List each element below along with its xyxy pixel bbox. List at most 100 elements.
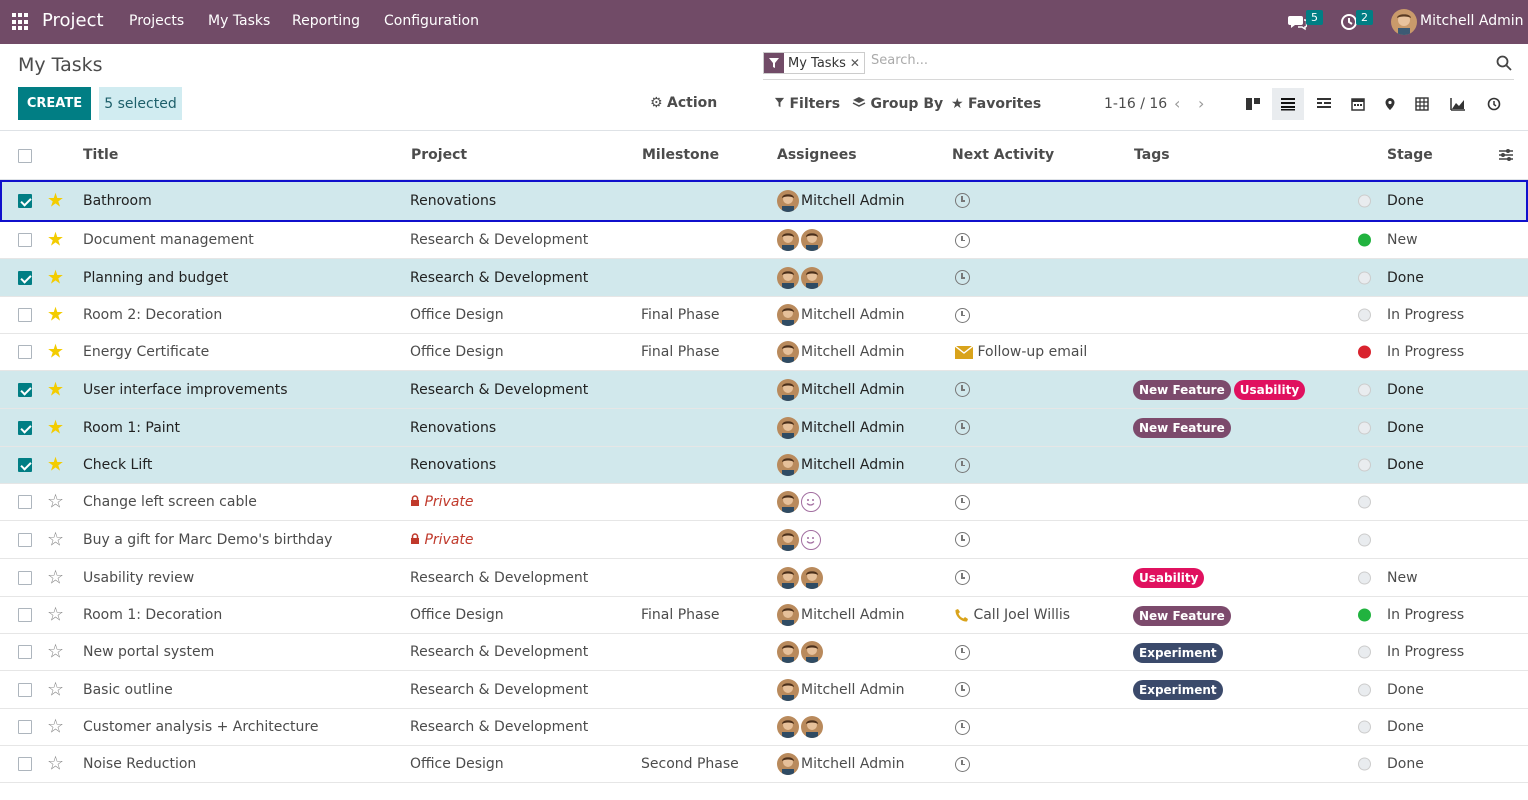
priority-star-icon[interactable]: ☆: [47, 568, 64, 587]
user-avatar[interactable]: [1391, 9, 1417, 35]
map-view-icon[interactable]: [1374, 88, 1406, 120]
row-checkbox[interactable]: [18, 233, 32, 247]
priority-star-icon[interactable]: ☆: [47, 492, 64, 512]
row-checkbox[interactable]: [18, 382, 32, 397]
clock-icon[interactable]: [955, 270, 970, 285]
column-stage[interactable]: Stage: [1387, 147, 1433, 163]
activity-cell[interactable]: [955, 756, 970, 772]
kanban-state-dot[interactable]: [1358, 421, 1371, 434]
row-checkbox[interactable]: [18, 532, 32, 547]
clock-icon[interactable]: [955, 570, 970, 585]
table-row[interactable]: ☆ Usability review Research & Development U…: [0, 559, 1528, 597]
row-checkbox[interactable]: [18, 645, 32, 659]
kanban-state-dot[interactable]: [1358, 458, 1371, 472]
clock-icon[interactable]: [955, 307, 970, 323]
table-row[interactable]: ★ Document management Research & Developme…: [0, 222, 1528, 259]
clock-icon[interactable]: [955, 719, 970, 735]
kanban-state-dot[interactable]: [1358, 308, 1371, 322]
activity-cell[interactable]: [955, 494, 970, 510]
kanban-state-dot[interactable]: [1358, 383, 1371, 396]
column-milestone[interactable]: Milestone: [642, 147, 719, 163]
column-tags[interactable]: Tags: [1134, 147, 1170, 163]
activity-cell[interactable]: [955, 644, 970, 660]
assignees-cell[interactable]: Mitchell Admin: [777, 753, 905, 775]
kanban-view-icon[interactable]: [1237, 88, 1269, 120]
assignees-cell[interactable]: Mitchell Admin: [777, 604, 905, 626]
kanban-state-dot[interactable]: [1358, 194, 1371, 207]
clock-icon[interactable]: [955, 494, 970, 510]
activity-view-icon[interactable]: [1478, 88, 1510, 120]
activity-cell[interactable]: Follow-up email: [954, 344, 1087, 360]
row-checkbox[interactable]: [18, 570, 32, 585]
row-checkbox[interactable]: [18, 270, 32, 285]
assignees-cell[interactable]: Mitchell Admin: [777, 341, 905, 363]
table-row[interactable]: ☆ New portal system Research & Development…: [0, 634, 1528, 671]
kanban-state-dot[interactable]: [1358, 533, 1371, 546]
clock-icon[interactable]: [955, 193, 970, 208]
pager-value[interactable]: 1-16 / 16: [1104, 96, 1167, 112]
table-row[interactable]: ★ Room 1: Paint Renovations Mitchell Admin N…: [0, 409, 1528, 447]
table-row[interactable]: ★ User interface improvements Research & D…: [0, 371, 1528, 409]
activity-cell[interactable]: [955, 457, 970, 473]
assignees-cell[interactable]: [777, 229, 825, 251]
activity-cell[interactable]: [955, 232, 970, 248]
clock-icon[interactable]: [955, 682, 970, 697]
search-icon[interactable]: [1496, 55, 1512, 71]
activity-cell[interactable]: [955, 382, 970, 398]
groupby-button[interactable]: Group By: [852, 96, 943, 112]
activity-cell[interactable]: [955, 532, 970, 548]
clock-icon[interactable]: [955, 232, 970, 248]
list-view-icon[interactable]: [1272, 88, 1304, 120]
priority-star-icon[interactable]: ☆: [47, 680, 64, 699]
priority-star-icon[interactable]: ☆: [47, 642, 64, 662]
clock-icon[interactable]: [955, 756, 970, 772]
filters-button[interactable]: Filters: [774, 96, 840, 112]
assignees-cell[interactable]: Mitchell Admin: [777, 189, 905, 212]
assignees-cell[interactable]: [777, 641, 825, 663]
table-row[interactable]: ☆ Room 1: Decoration Office Design Final Ph…: [0, 597, 1528, 634]
selected-count[interactable]: 5 selected: [99, 87, 182, 120]
table-row[interactable]: ☆ Basic outline Research & Development Mitc…: [0, 671, 1528, 709]
phone-icon[interactable]: [955, 607, 969, 623]
table-row[interactable]: ★ Planning and budget Research & Developme…: [0, 259, 1528, 297]
activity-cell[interactable]: Call Joel Willis: [955, 607, 1070, 623]
kanban-state-dot[interactable]: [1358, 608, 1371, 622]
menu-configuration[interactable]: Configuration: [384, 13, 479, 29]
priority-star-icon[interactable]: ★: [47, 191, 64, 210]
activity-cell[interactable]: [955, 570, 970, 586]
assignees-cell[interactable]: [777, 266, 825, 289]
app-brand[interactable]: Project: [42, 10, 104, 31]
table-row[interactable]: ☆ Buy a gift for Marc Demo's birthday Pri…: [0, 521, 1528, 559]
menu-my-tasks[interactable]: My Tasks: [208, 13, 270, 29]
optional-columns-icon[interactable]: [1498, 148, 1514, 166]
chevron-left-icon[interactable]: ‹: [1174, 94, 1180, 113]
kanban-state-dot[interactable]: [1358, 271, 1371, 284]
activity-cell[interactable]: [955, 420, 970, 436]
kanban-state-dot[interactable]: [1358, 233, 1371, 247]
clock-icon[interactable]: [955, 382, 970, 397]
priority-star-icon[interactable]: ★: [47, 305, 64, 325]
table-row[interactable]: ★ Room 2: Decoration Office Design Final Ph…: [0, 297, 1528, 334]
user-name[interactable]: Mitchell Admin: [1420, 13, 1524, 29]
activity-cell[interactable]: [955, 307, 970, 323]
activity-cell[interactable]: [955, 193, 970, 209]
row-checkbox[interactable]: [18, 420, 32, 435]
row-checkbox[interactable]: [18, 345, 32, 359]
table-row[interactable]: ★ Bathroom Renovations Mitchell Admin Done: [0, 180, 1528, 222]
activity-cell[interactable]: [955, 719, 970, 735]
row-checkbox[interactable]: [18, 458, 32, 472]
apps-menu-icon[interactable]: [12, 13, 30, 31]
row-checkbox[interactable]: [18, 308, 32, 322]
priority-star-icon[interactable]: ☆: [47, 605, 64, 625]
assignees-cell[interactable]: Mitchell Admin: [777, 378, 905, 401]
search-input[interactable]: [871, 53, 1471, 68]
action-dropdown[interactable]: ⚙ Action: [650, 95, 717, 111]
priority-star-icon[interactable]: ★: [47, 342, 64, 362]
assignees-cell[interactable]: [777, 491, 821, 513]
menu-projects[interactable]: Projects: [129, 13, 184, 29]
gantt-view-icon[interactable]: [1308, 88, 1340, 120]
row-checkbox[interactable]: [18, 608, 32, 622]
assignees-cell[interactable]: Mitchell Admin: [777, 304, 905, 326]
table-row[interactable]: ☆ Noise Reduction Office Design Second Phas…: [0, 746, 1528, 783]
row-checkbox[interactable]: [18, 495, 32, 509]
